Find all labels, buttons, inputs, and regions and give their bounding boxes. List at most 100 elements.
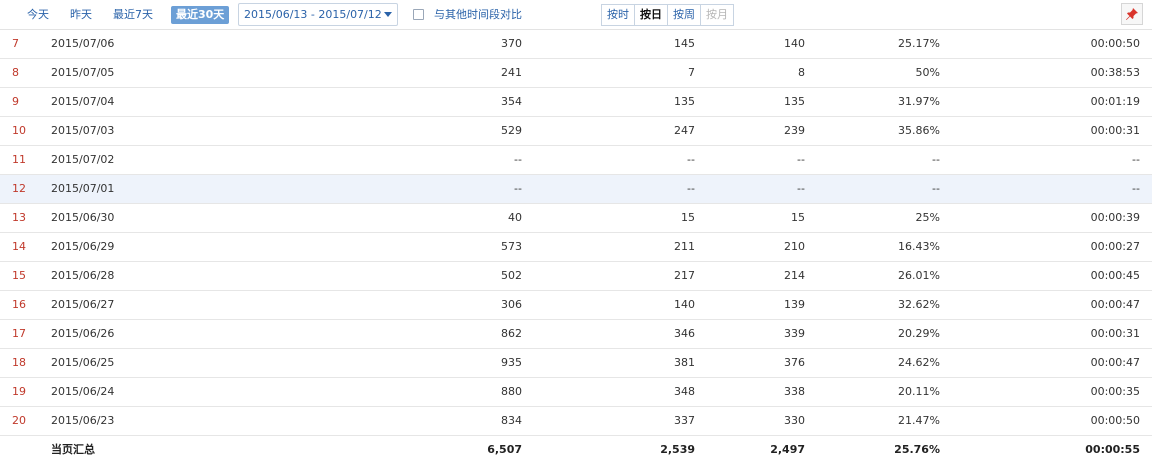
cell-idx: 18 [12, 356, 26, 369]
granularity-switch: 按时 按日 按周 按月 [601, 4, 734, 26]
cell-pv: -- [514, 153, 522, 166]
cell-ip: 239 [784, 124, 805, 137]
table-row[interactable]: 9 2015/07/04 354 135 135 31.97% 00:01:19 [0, 88, 1152, 117]
cell-uv: 381 [674, 356, 695, 369]
cell-pv: 370 [501, 37, 522, 50]
cell-time: -- [1132, 153, 1140, 166]
cell-date: 2015/07/03 [51, 124, 115, 137]
cell-ip: 135 [784, 95, 805, 108]
cell-idx: 7 [12, 37, 19, 50]
cell-ip: 140 [784, 37, 805, 50]
cell-time: 00:00:47 [1090, 356, 1140, 369]
table-row[interactable]: 17 2015/06/26 862 346 339 20.29% 00:00:31 [0, 320, 1152, 349]
table-row[interactable]: 19 2015/06/24 880 348 338 20.11% 00:00:35 [0, 378, 1152, 407]
table-row[interactable]: 11 2015/07/02 -- -- -- -- -- [0, 146, 1152, 175]
cell-uv: 217 [674, 269, 695, 282]
cell-date: 2015/06/25 [51, 356, 115, 369]
cell-rate: -- [932, 182, 940, 195]
cell-time: 00:00:45 [1090, 269, 1140, 282]
cell-ip: 338 [784, 385, 805, 398]
by-month-button[interactable]: 按月 [701, 5, 733, 25]
by-day-button[interactable]: 按日 [635, 5, 668, 25]
date-range-picker[interactable]: 2015/06/13 - 2015/07/12 [238, 3, 398, 26]
last-7-days-button[interactable]: 最近7天 [113, 6, 153, 24]
cell-idx: 11 [12, 153, 26, 166]
cell-pv: 502 [501, 269, 522, 282]
cell-time: 00:00:35 [1090, 385, 1140, 398]
cell-date: 2015/06/23 [51, 414, 115, 427]
cell-time: 00:00:27 [1090, 240, 1140, 253]
cell-pv: 880 [501, 385, 522, 398]
cell-uv: 348 [674, 385, 695, 398]
cell-uv: 135 [674, 95, 695, 108]
table-row[interactable]: 16 2015/06/27 306 140 139 32.62% 00:00:47 [0, 291, 1152, 320]
cell-rate: 25.17% [898, 37, 940, 50]
cell-pv: 306 [501, 298, 522, 311]
cell-idx: 10 [12, 124, 26, 137]
cell-date: 2015/07/02 [51, 153, 115, 166]
cell-rate: 25% [915, 211, 940, 224]
cell-uv: 15 [681, 211, 695, 224]
cell-idx: 20 [12, 414, 26, 427]
cell-date: 2015/07/05 [51, 66, 115, 79]
cell-rate: 31.97% [898, 95, 940, 108]
table-row[interactable]: 7 2015/07/06 370 145 140 25.17% 00:00:50 [0, 30, 1152, 59]
cell-ip: 339 [784, 327, 805, 340]
cell-date: 2015/07/01 [51, 182, 115, 195]
table-row[interactable]: 13 2015/06/30 40 15 15 25% 00:00:39 [0, 204, 1152, 233]
table-row[interactable]: 12 2015/07/01 -- -- -- -- -- [0, 175, 1152, 204]
compare-checkbox[interactable] [413, 9, 424, 20]
total-uv: 2,539 [660, 443, 695, 456]
compare-label[interactable]: 与其他时间段对比 [434, 6, 522, 24]
cell-uv: 247 [674, 124, 695, 137]
cell-time: 00:01:19 [1090, 95, 1140, 108]
cell-pv: 935 [501, 356, 522, 369]
cell-uv: 140 [674, 298, 695, 311]
cell-time: 00:00:31 [1090, 124, 1140, 137]
by-week-button[interactable]: 按周 [668, 5, 701, 25]
cell-ip: 330 [784, 414, 805, 427]
cell-rate: 32.62% [898, 298, 940, 311]
by-hour-button[interactable]: 按时 [602, 5, 635, 25]
cell-uv: -- [687, 182, 695, 195]
pin-button[interactable] [1121, 3, 1143, 25]
cell-idx: 17 [12, 327, 26, 340]
table-row[interactable]: 8 2015/07/05 241 7 8 50% 00:38:53 [0, 59, 1152, 88]
chevron-down-icon [384, 12, 392, 17]
cell-idx: 19 [12, 385, 26, 398]
today-button[interactable]: 今天 [27, 6, 49, 24]
table-row[interactable]: 20 2015/06/23 834 337 330 21.47% 00:00:50 [0, 407, 1152, 436]
pin-icon [1126, 8, 1138, 20]
cell-rate: 21.47% [898, 414, 940, 427]
cell-idx: 9 [12, 95, 19, 108]
table-row[interactable]: 18 2015/06/25 935 381 376 24.62% 00:00:47 [0, 349, 1152, 378]
table-row[interactable]: 15 2015/06/28 502 217 214 26.01% 00:00:45 [0, 262, 1152, 291]
last-30-days-button[interactable]: 最近30天 [171, 6, 230, 24]
cell-uv: -- [687, 153, 695, 166]
total-ip: 2,497 [770, 443, 805, 456]
cell-ip: 214 [784, 269, 805, 282]
cell-rate: 26.01% [898, 269, 940, 282]
total-rate: 25.76% [894, 443, 940, 456]
yesterday-button[interactable]: 昨天 [70, 6, 92, 24]
date-range-value: 2015/06/13 - 2015/07/12 [244, 8, 382, 21]
table-row[interactable]: 10 2015/07/03 529 247 239 35.86% 00:00:31 [0, 117, 1152, 146]
cell-date: 2015/06/26 [51, 327, 115, 340]
daily-stats-table: 7 2015/07/06 370 145 140 25.17% 00:00:50 8 2015/… [0, 30, 1152, 464]
cell-ip: 8 [798, 66, 805, 79]
cell-rate: 24.62% [898, 356, 940, 369]
cell-pv: 354 [501, 95, 522, 108]
cell-ip: 376 [784, 356, 805, 369]
cell-rate: 20.11% [898, 385, 940, 398]
cell-date: 2015/07/06 [51, 37, 115, 50]
cell-ip: -- [797, 153, 805, 166]
cell-idx: 13 [12, 211, 26, 224]
cell-time: 00:00:50 [1090, 414, 1140, 427]
cell-idx: 8 [12, 66, 19, 79]
cell-pv: 834 [501, 414, 522, 427]
table-row[interactable]: 14 2015/06/29 573 211 210 16.43% 00:00:27 [0, 233, 1152, 262]
cell-idx: 14 [12, 240, 26, 253]
total-pv: 6,507 [487, 443, 522, 456]
cell-uv: 7 [688, 66, 695, 79]
cell-ip: 139 [784, 298, 805, 311]
